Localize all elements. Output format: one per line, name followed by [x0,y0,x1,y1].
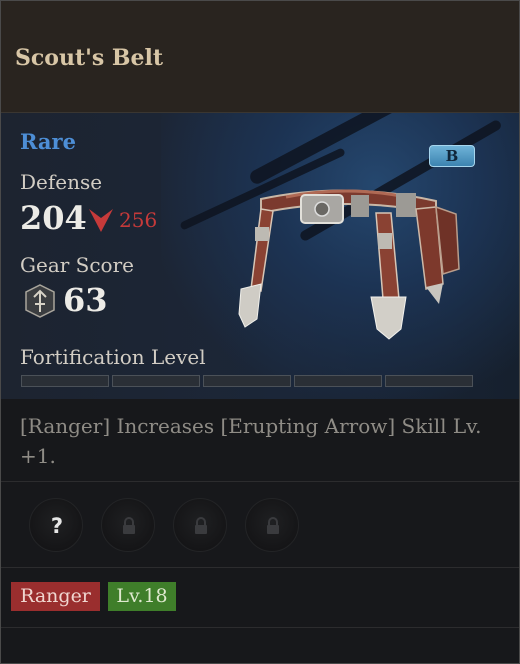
level-requirement-tag: Lv.18 [108,582,176,611]
socket-slot-locked[interactable] [245,498,299,552]
fortification-segment [203,375,291,387]
fortification-segment [294,375,382,387]
fortification-segment [112,375,200,387]
item-tooltip: Scout's Belt Rare B Defense 204 256 Gear… [0,0,520,664]
lock-icon [195,517,207,534]
fortification-segment [385,375,473,387]
gear-score-value: 63 [63,281,108,319]
gear-score-icon [25,284,55,318]
belt-item-icon [238,189,460,340]
item-description: [Ranger] Increases [Erupting Arrow] Skil… [20,414,482,468]
class-requirement-tag: Ranger [11,582,100,611]
socket-slot-locked[interactable] [101,498,155,552]
divider [1,567,519,568]
socket-slot-locked[interactable] [173,498,227,552]
tooltip-header: Scout's Belt [1,1,519,113]
lock-icon [267,517,279,534]
divider [1,627,519,628]
fortification-label: Fortification Level [20,345,206,369]
divider [1,481,519,482]
defense-label: Defense [20,170,103,194]
rarity-label: Rare [20,129,76,154]
grade-badge: B [429,145,475,167]
defense-value: 204 [20,199,87,237]
question-mark-icon: ? [50,514,64,538]
item-hero-panel: Rare B Defense 204 256 Gear Score 63 For… [1,113,519,399]
socket-slot-unknown[interactable]: ? [29,498,83,552]
defense-compare-value: 256 [119,208,158,232]
gear-score-label: Gear Score [20,253,134,277]
stat-decrease-icon [89,209,113,232]
fortification-segment [21,375,109,387]
lock-icon [123,517,135,534]
item-name: Scout's Belt [15,45,164,71]
